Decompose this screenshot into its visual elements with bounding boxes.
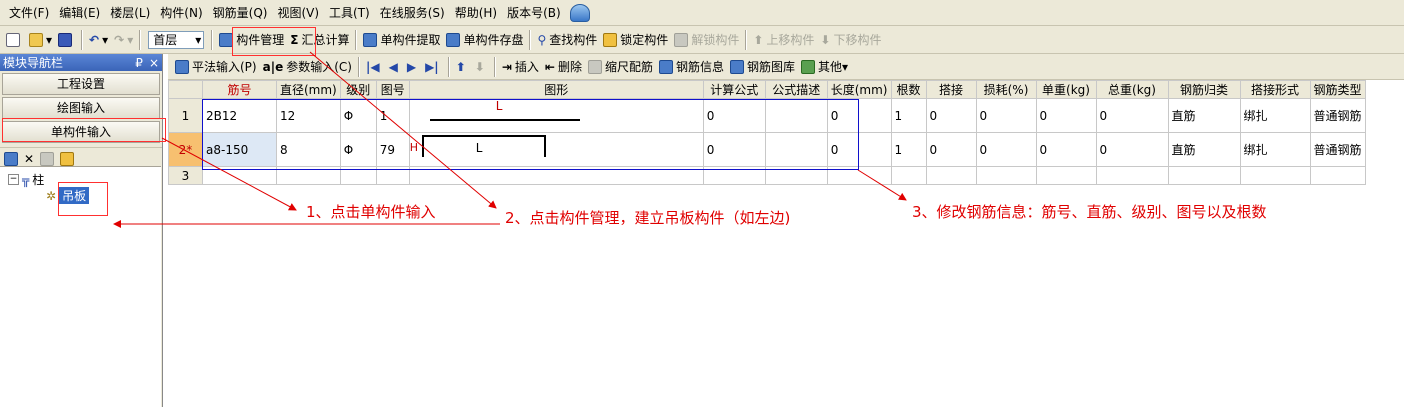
arrow-step1	[161, 137, 297, 211]
annotation-step2: 2、点击构件管理，建立吊板构件（如左边)	[505, 209, 791, 227]
annotation-step1: 1、点击单构件输入	[306, 203, 436, 221]
arrow-step2	[309, 51, 497, 209]
arrow-step3	[857, 169, 907, 201]
annotation-step3: 3、修改钢筋信息：筋号、直筋、级别、图号以及根数	[912, 203, 1267, 221]
